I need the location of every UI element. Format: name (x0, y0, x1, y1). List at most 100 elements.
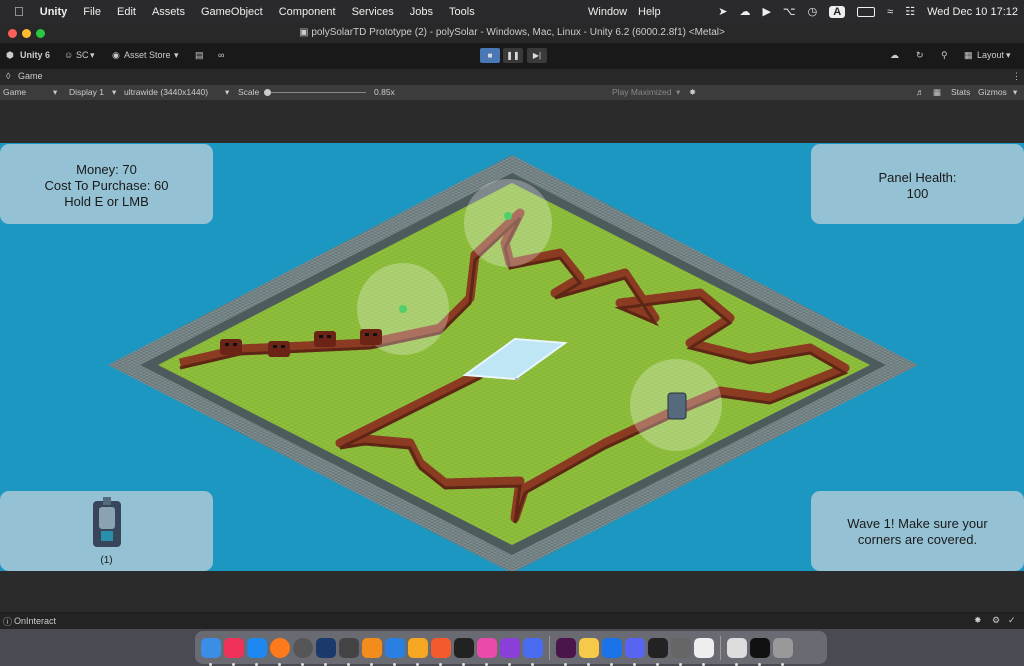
menu-component[interactable]: Component (271, 6, 344, 18)
trash-icon[interactable] (773, 637, 793, 666)
scale-slider-track[interactable] (266, 92, 366, 93)
terminal-icon[interactable] (648, 637, 668, 666)
shortcuts-icon[interactable]: ▦ (933, 87, 941, 98)
menu-tools[interactable]: Tools (441, 6, 483, 18)
swift-icon[interactable] (431, 637, 451, 666)
bug-icon[interactable]: ✸ (689, 87, 696, 98)
game-scene[interactable]: Money: 70 Cost To Purchase: 60 Hold E or… (0, 143, 1024, 571)
search-icon[interactable]: ⚲ (941, 50, 948, 61)
gamepad-icon: ◊ (6, 71, 11, 81)
close-window-button[interactable] (8, 29, 17, 38)
settings-icon[interactable]: ⚙ (992, 615, 1000, 626)
resolution-dropdown[interactable]: ultrawide (3440x1440) (124, 87, 208, 97)
cloud-icon[interactable]: ☁ (890, 50, 899, 61)
play-circle-icon[interactable]: ▶ (762, 5, 770, 18)
preview-icon[interactable] (694, 637, 714, 666)
github-desktop-icon[interactable] (500, 637, 520, 666)
asset-store-button[interactable]: Asset Store (124, 50, 171, 60)
cloud-icon[interactable]: ☁ (739, 5, 750, 18)
apple-icon[interactable]:  (0, 4, 32, 19)
history-icon[interactable]: ↻ (916, 50, 924, 61)
wave-text-line1: Wave 1! Make sure your (847, 516, 988, 531)
media-app-icon[interactable] (408, 637, 428, 666)
cursor-app-icon[interactable] (523, 637, 543, 666)
slack-icon[interactable] (556, 637, 576, 666)
game-tab-bar: ◊ Game ⋮ (0, 69, 1024, 85)
turret-icon[interactable] (89, 495, 125, 551)
unity-hub-icon[interactable] (339, 637, 359, 666)
step-button[interactable]: ▶| (527, 48, 547, 63)
music-icon[interactable] (224, 637, 244, 666)
menu-gameobject[interactable]: GameObject (193, 6, 271, 18)
version-control-icon[interactable]: ∞ (218, 50, 224, 60)
unity-version-label[interactable]: Unity 6 (20, 50, 50, 60)
app-menu[interactable]: Unity (32, 6, 76, 18)
enemy (220, 339, 242, 355)
rider-icon[interactable] (477, 637, 497, 666)
bluetooth-icon[interactable]: ⌥ (783, 5, 796, 18)
finder-icon[interactable] (201, 637, 221, 666)
zoom-window-button[interactable] (36, 29, 45, 38)
package-icon[interactable]: ▤ (195, 50, 204, 61)
dock-separator (549, 635, 550, 660)
more-options-icon[interactable]: ⋮ (1012, 71, 1021, 82)
minimize-window-button[interactable] (22, 29, 31, 38)
clock-text[interactable]: Wed Dec 10 17:12 (927, 6, 1018, 18)
document-icon[interactable] (727, 637, 747, 666)
steam-icon[interactable] (316, 637, 336, 666)
pencil-app-icon[interactable] (362, 637, 382, 666)
menu-window[interactable]: Window (580, 6, 635, 18)
turret-count: (1) (100, 555, 113, 566)
tab-game[interactable]: Game (18, 71, 43, 81)
console-message[interactable]: OnInteract (14, 616, 56, 626)
layout-dropdown[interactable]: Layout (977, 50, 1004, 60)
gizmos-button[interactable]: Gizmos (978, 87, 1007, 97)
window-thumbnail-icon[interactable] (750, 637, 770, 666)
bug-icon[interactable]: ✸ (974, 615, 982, 626)
notes-icon[interactable] (579, 637, 599, 666)
health-label: Panel Health: (878, 170, 957, 185)
menu-help[interactable]: Help (630, 6, 669, 18)
menu-file[interactable]: File (75, 6, 109, 18)
display-dropdown[interactable]: Display 1 (69, 87, 104, 97)
discord-icon[interactable] (625, 637, 645, 666)
turret-shop-panel[interactable]: (1) (0, 491, 213, 571)
wifi-icon[interactable]: ≈ (887, 6, 893, 18)
health-panel: Panel Health: 100 (811, 144, 1024, 224)
mail-icon[interactable] (602, 637, 622, 666)
lock-icon: ◉ (112, 50, 120, 60)
app-store-icon[interactable] (247, 637, 267, 666)
pause-button[interactable]: ❚❚ (503, 48, 523, 63)
display-mode-dropdown[interactable]: Game (3, 87, 26, 97)
hint-text: Hold E or LMB (64, 194, 149, 209)
layout-icon: ▦ (964, 50, 973, 60)
account-icon[interactable]: ☺ (64, 50, 73, 60)
unity-logo-icon[interactable]: ⬢ (6, 50, 14, 61)
tower (504, 212, 512, 220)
menu-jobs[interactable]: Jobs (402, 6, 441, 18)
menu-assets[interactable]: Assets (144, 6, 193, 18)
info-icon: ⓘ (3, 617, 13, 627)
play-button[interactable]: ■ (480, 48, 500, 63)
audio-icon[interactable]: ♬ (916, 87, 925, 97)
time-machine-icon[interactable]: ◷ (808, 5, 818, 18)
chevron-down-icon: ▾ (225, 87, 230, 97)
menu-edit[interactable]: Edit (109, 6, 144, 18)
settings-app-icon[interactable] (671, 637, 691, 666)
stats-button[interactable]: Stats (951, 87, 970, 97)
check-icon[interactable]: ✓ (1008, 615, 1016, 626)
xcode-icon[interactable] (385, 637, 405, 666)
rocket-icon[interactable]: ➤ (718, 5, 727, 18)
vogue-app-icon[interactable] (454, 637, 474, 666)
scale-slider-handle[interactable] (264, 89, 271, 96)
cost-text: Cost To Purchase: 60 (44, 178, 169, 193)
play-mode-dropdown[interactable]: Play Maximized (612, 87, 672, 97)
control-center-icon[interactable]: ☷ (905, 5, 915, 18)
battery-icon[interactable] (857, 6, 876, 17)
account-dropdown[interactable]: SC (76, 50, 89, 60)
firefox-icon[interactable] (270, 637, 290, 666)
menu-services[interactable]: Services (344, 6, 402, 18)
input-source-icon[interactable]: A (829, 5, 846, 18)
enemy (360, 329, 382, 345)
chatgpt-icon[interactable] (293, 637, 313, 666)
